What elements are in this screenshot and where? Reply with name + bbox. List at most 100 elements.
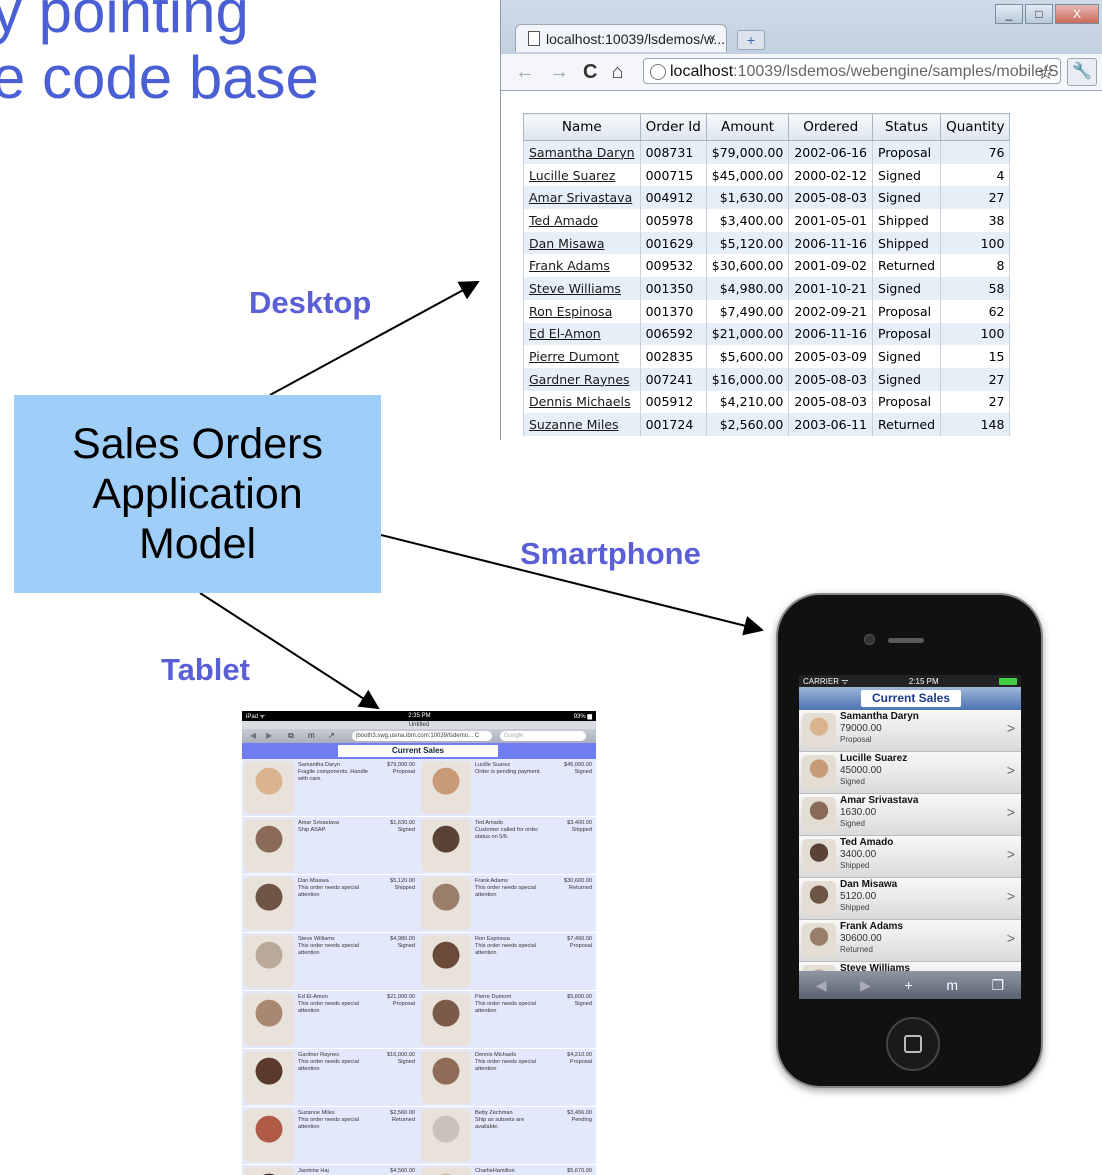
cell-name[interactable]: Ron Espinosa: [523, 299, 641, 323]
column-header[interactable]: Order Id: [639, 113, 707, 141]
cell-name[interactable]: Pierre Dumont: [523, 345, 641, 368]
tablet-sales-card[interactable]: Ted Amado Customer called for order statu…: [419, 817, 596, 875]
customer-link[interactable]: Dan Misawa: [529, 236, 605, 251]
add-icon[interactable]: +: [905, 977, 913, 993]
card-status: Returned: [391, 1117, 415, 1123]
tablet-sales-card[interactable]: Betty Zechman Ship as subsets are availab…: [419, 1107, 596, 1165]
tablet-sales-card[interactable]: Lucille Suarez Order is pending payment. $…: [419, 759, 596, 817]
tablet-sales-card[interactable]: Suzanne Miles This order needs special at…: [242, 1107, 419, 1165]
customer-link[interactable]: Samantha Daryn: [529, 145, 635, 160]
maximize-button[interactable]: □: [1025, 4, 1053, 24]
phone-list-item[interactable]: Amar Srivastava 1630.00 Signed >: [799, 794, 1021, 836]
cell-name[interactable]: Gardner Raynes: [523, 367, 641, 391]
cell-status: Returned: [872, 413, 942, 436]
tablet-sales-card[interactable]: Amar Srivastava Ship ASAP. $1,630.00 Signed: [242, 817, 419, 875]
forward-icon[interactable]: ▶: [266, 731, 272, 740]
forward-icon[interactable]: ▶: [860, 977, 871, 994]
cell-ordered: 2002-06-16: [788, 140, 874, 164]
back-icon[interactable]: ◀: [816, 977, 827, 994]
card-amount-status: $4,210.00 Proposal: [567, 1052, 592, 1066]
cell-name[interactable]: Samantha Daryn: [523, 140, 641, 164]
bookmark-star-icon[interactable]: ☆: [1037, 62, 1054, 85]
card-customer-name: Pierre Dumont: [475, 994, 512, 1000]
card-customer-name: CharlieHamilton: [475, 1168, 515, 1174]
tablet-search-field[interactable]: Google: [500, 731, 586, 741]
cell-name[interactable]: Ted Amado: [523, 209, 641, 232]
cell-name[interactable]: Steve Williams: [523, 277, 641, 300]
column-header[interactable]: Ordered: [788, 113, 874, 141]
tabs-icon[interactable]: ⧉: [288, 731, 294, 741]
tablet-sales-card[interactable]: Dennis Michaels This order needs special …: [419, 1049, 596, 1107]
card-text: Gardner Raynes This order needs special a…: [298, 1052, 368, 1073]
pages-icon[interactable]: ❐: [992, 977, 1005, 994]
cell-name[interactable]: Dan Misawa: [523, 231, 641, 255]
phone-list-item[interactable]: Ted Amado 3400.00 Shipped >: [799, 836, 1021, 878]
customer-link[interactable]: Gardner Raynes: [529, 372, 630, 387]
close-window-button[interactable]: X: [1055, 4, 1099, 24]
tablet-sales-card[interactable]: Ron Espinosa This order needs special att…: [419, 933, 596, 991]
back-icon[interactable]: ←: [515, 61, 535, 84]
cell-name[interactable]: Suzanne Miles: [523, 413, 641, 436]
phone-list-item[interactable]: Lucille Suarez 45000.00 Signed >: [799, 752, 1021, 794]
browser-tab[interactable]: localhost:10039/lsdemos/w... ×: [515, 24, 727, 52]
card-text: Ed El-Amon This order needs special atten…: [298, 994, 368, 1015]
tablet-sales-card[interactable]: Steve Williams This order needs special a…: [242, 933, 419, 991]
customer-link[interactable]: Ed El-Amon: [529, 326, 601, 341]
cell-amount: $4,980.00: [705, 277, 790, 300]
cell-name[interactable]: Lucille Suarez: [523, 163, 641, 187]
customer-photo: [421, 935, 471, 988]
card-text: Betty Zechman Ship as subsets are availab…: [475, 1110, 545, 1131]
cell-status: Signed: [872, 345, 942, 368]
customer-link[interactable]: Dennis Michaels: [529, 394, 631, 409]
bookmarks-icon[interactable]: m: [308, 731, 315, 740]
customer-link[interactable]: Ron Espinosa: [529, 304, 612, 319]
cell-name[interactable]: Frank Adams: [523, 254, 641, 278]
customer-link[interactable]: Ted Amado: [529, 213, 598, 228]
tablet-sales-card[interactable]: Pierre Dumont This order needs special at…: [419, 991, 596, 1049]
tablet-sales-card[interactable]: Samantha Daryn Fragile components. Handle…: [242, 759, 419, 817]
customer-link[interactable]: Lucille Suarez: [529, 168, 615, 183]
home-button[interactable]: [886, 1017, 940, 1071]
tablet-sales-card[interactable]: CharlieHamilton $5,670.00: [419, 1165, 596, 1175]
new-tab-button[interactable]: +: [737, 30, 765, 50]
cell-order-id: 008731: [639, 140, 707, 164]
column-header[interactable]: Name: [523, 113, 641, 141]
phone-list-item[interactable]: Dan Misawa 5120.00 Shipped >: [799, 878, 1021, 920]
cell-name[interactable]: Amar Srivastava: [523, 186, 641, 210]
cell-name[interactable]: Ed El-Amon: [523, 322, 641, 346]
forward-icon[interactable]: →: [549, 61, 569, 84]
tab-close-icon[interactable]: ×: [708, 30, 716, 45]
tablet-sales-card[interactable]: Frank Adams This order needs special atte…: [419, 875, 596, 933]
cell-name[interactable]: Dennis Michaels: [523, 390, 641, 414]
back-icon[interactable]: ◀: [250, 731, 256, 740]
share-icon[interactable]: ↗: [328, 731, 335, 740]
minimize-button[interactable]: _: [995, 4, 1023, 24]
tablet-sales-card[interactable]: Jasmine Haj $4,560.00: [242, 1165, 419, 1175]
column-header[interactable]: Status: [872, 113, 942, 141]
column-header[interactable]: Quantity: [940, 113, 1011, 141]
tablet-sales-card[interactable]: Ed El-Amon This order needs special atten…: [242, 991, 419, 1049]
item-status: Returned: [840, 945, 873, 954]
tablet-sales-card[interactable]: Gardner Raynes This order needs special a…: [242, 1049, 419, 1107]
customer-photo: [244, 1109, 294, 1162]
customer-link[interactable]: Suzanne Miles: [529, 417, 619, 432]
tablet-sales-card[interactable]: Dan Misawa This order needs special atten…: [242, 875, 419, 933]
customer-link[interactable]: Amar Srivastava: [529, 190, 632, 205]
cell-order-id: 000715: [639, 163, 707, 187]
customer-link[interactable]: Steve Williams: [529, 281, 621, 296]
card-customer-name: Dan Misawa: [298, 878, 329, 884]
column-header[interactable]: Amount: [705, 113, 790, 141]
card-text: Dennis Michaels This order needs special …: [475, 1052, 545, 1073]
card-amount-status: $3,400.00 Shipped: [567, 820, 592, 834]
customer-link[interactable]: Pierre Dumont: [529, 349, 619, 364]
phone-list-item[interactable]: Samantha Daryn 79000.00 Proposal >: [799, 710, 1021, 752]
tablet-address-bar[interactable]: jbooth3.swg.usma.ibm.com:10039/lsdemo...…: [352, 731, 492, 741]
customer-link[interactable]: Frank Adams: [529, 258, 610, 273]
reload-icon[interactable]: C: [583, 61, 597, 84]
card-status: Returned: [568, 885, 592, 891]
bookmarks-icon[interactable]: m: [946, 977, 958, 993]
home-icon[interactable]: ⌂: [611, 61, 623, 84]
address-bar[interactable]: localhost:10039/lsdemos/webengine/sample…: [643, 58, 1061, 84]
wrench-icon[interactable]: 🔧: [1067, 58, 1097, 86]
phone-list-item[interactable]: Frank Adams 30600.00 Returned >: [799, 920, 1021, 962]
